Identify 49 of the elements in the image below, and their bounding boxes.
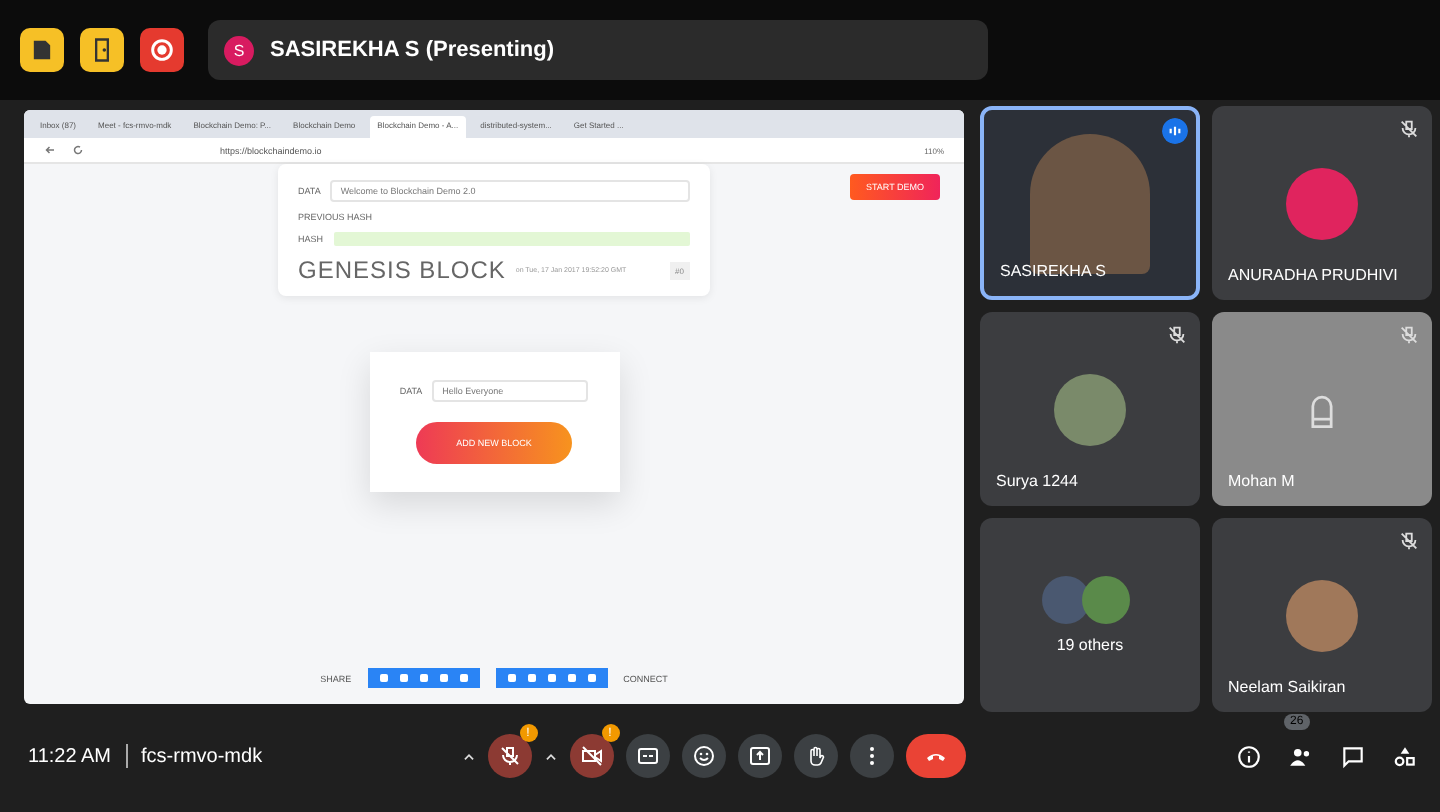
share-icons-bar[interactable] xyxy=(495,668,608,688)
door-button[interactable] xyxy=(80,28,124,72)
mic-button[interactable] xyxy=(487,734,532,778)
present-button[interactable] xyxy=(737,734,782,778)
participant-tile[interactable]: Surya 1244 xyxy=(980,312,1200,506)
emoji-button[interactable] xyxy=(681,734,726,778)
participant-tile[interactable]: Neelam Saikiran xyxy=(1212,518,1432,712)
info-icon xyxy=(1235,743,1261,769)
presenter-avatar: S xyxy=(224,35,254,65)
participant-tile[interactable]: Mohan M xyxy=(1212,312,1432,506)
participant-tile[interactable]: 19 others xyxy=(980,518,1200,712)
more-button[interactable] xyxy=(849,734,894,778)
present-screen-icon xyxy=(747,744,772,768)
camera-off-icon xyxy=(579,744,604,768)
people-icon xyxy=(1287,743,1313,769)
participant-name: Neelam Saikiran xyxy=(1228,678,1346,696)
block-title: GENESIS BLOCK xyxy=(298,256,506,284)
shapes-icon xyxy=(1391,743,1417,769)
chat-icon xyxy=(1339,743,1365,769)
captions-icon xyxy=(635,744,660,768)
record-icon xyxy=(148,36,176,64)
captions-button[interactable] xyxy=(625,734,670,778)
participant-name: 19 others xyxy=(1056,636,1124,654)
participant-name: ANURADHA PRUDHIVI xyxy=(1228,266,1398,284)
caret-icon[interactable] xyxy=(461,749,476,763)
participant-name: SASIREKHA S xyxy=(1000,262,1106,280)
smiley-icon xyxy=(691,744,716,768)
meeting-code: fcs-rmvo-mdk xyxy=(141,745,265,767)
mic-off-icon xyxy=(497,744,522,768)
caret-icon[interactable] xyxy=(543,749,558,763)
audio-wave-icon xyxy=(1162,118,1188,144)
avatar-photo xyxy=(1042,576,1090,624)
presenter-label: SASIREKHA S (Presenting) xyxy=(270,38,555,62)
participant-tile[interactable]: SASIREKHA S xyxy=(980,106,1200,300)
participant-name: Surya 1244 xyxy=(996,472,1078,490)
clock-time: 11:22 AM xyxy=(28,745,112,767)
hand-button[interactable] xyxy=(793,734,838,778)
reload-icon[interactable] xyxy=(72,144,84,156)
participant-tile[interactable]: ANURADHA PRUDHIVI xyxy=(1212,106,1432,300)
note-icon xyxy=(28,36,56,64)
participant-name: Mohan M xyxy=(1228,472,1295,490)
avatar-photo xyxy=(1082,576,1130,624)
leave-call-button[interactable] xyxy=(905,734,966,778)
back-icon[interactable] xyxy=(44,144,56,156)
camera-button[interactable] xyxy=(569,734,614,778)
info-button[interactable] xyxy=(1232,740,1264,772)
share-icons-bar[interactable] xyxy=(367,668,480,688)
notes-button[interactable] xyxy=(20,28,64,72)
record-button[interactable] xyxy=(140,28,184,72)
